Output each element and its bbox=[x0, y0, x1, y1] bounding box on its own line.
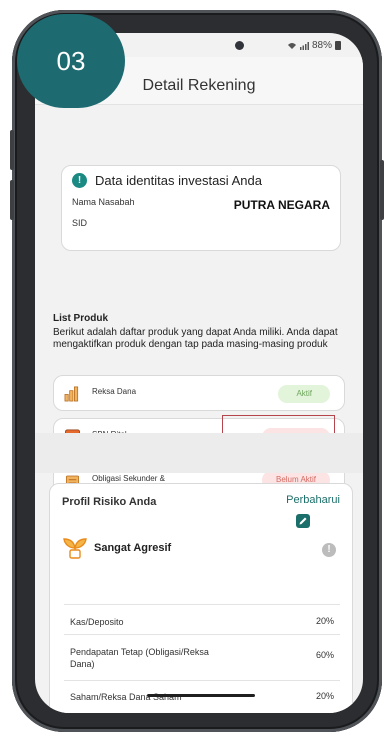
identity-card-header: ! Data identitas investasi Anda bbox=[72, 173, 262, 188]
customer-name-value: PUTRA NEGARA bbox=[233, 198, 330, 212]
battery-level: 88% bbox=[311, 40, 332, 51]
info-icon: ! bbox=[72, 173, 87, 188]
edit-button[interactable] bbox=[296, 514, 310, 528]
risk-profile-name: Sangat Agresif bbox=[94, 542, 172, 554]
info-icon[interactable]: ! bbox=[322, 543, 336, 557]
allocation-row: Pendapatan Tetap (Obligasi/Reksa Dana) 6… bbox=[64, 634, 340, 680]
allocation-value: 20% bbox=[315, 691, 334, 701]
allocation-label: Kas/Deposito bbox=[70, 617, 124, 627]
product-list-title: List Produk bbox=[53, 313, 109, 324]
identity-card-title: Data identitas investasi Anda bbox=[95, 173, 262, 188]
product-label: Reksa Dana bbox=[92, 387, 137, 396]
allocation-label: Saham/Reksa Dana Saham bbox=[70, 692, 182, 702]
status-badge: Aktif bbox=[278, 385, 330, 403]
risk-profile-card: Profil Risiko Anda Perbaharui Sangat Agr… bbox=[49, 483, 353, 713]
update-link[interactable]: Perbaharui bbox=[286, 494, 340, 506]
product-list-description: Berikut adalah daftar produk yang dapat … bbox=[53, 327, 338, 350]
battery-icon bbox=[335, 41, 341, 50]
risk-profile-title: Profil Risiko Anda bbox=[62, 496, 157, 508]
chart-bars-icon bbox=[64, 386, 79, 402]
allocation-label: Pendapatan Tetap (Obligasi/Reksa Dana) bbox=[70, 647, 209, 669]
status-icons: 88% bbox=[287, 40, 341, 51]
volume-down-button bbox=[10, 180, 14, 220]
step-number-badge: 03 bbox=[17, 14, 125, 108]
allocation-value: 20% bbox=[315, 616, 334, 626]
section-separator bbox=[35, 433, 363, 473]
signal-icon bbox=[299, 41, 309, 50]
volume-up-button bbox=[10, 130, 14, 170]
customer-name-label: Nama Nasabah bbox=[72, 197, 135, 207]
front-camera bbox=[235, 41, 244, 50]
identity-card: ! Data identitas investasi Anda Nama Nas… bbox=[61, 165, 341, 251]
allocation-row: Kas/Deposito 20% bbox=[64, 604, 340, 634]
sid-label: SID bbox=[72, 218, 88, 228]
allocation-value: 60% bbox=[315, 650, 334, 660]
power-button bbox=[380, 160, 384, 220]
home-indicator[interactable] bbox=[147, 694, 255, 697]
wifi-icon bbox=[287, 42, 296, 49]
pencil-icon bbox=[299, 517, 307, 525]
app-screen: 1: 88% ‹ Detail Rekening ! Data identita… bbox=[35, 33, 363, 713]
sprout-icon bbox=[63, 538, 87, 559]
product-item-reksa-dana[interactable]: Reksa Dana Aktif bbox=[53, 375, 345, 411]
